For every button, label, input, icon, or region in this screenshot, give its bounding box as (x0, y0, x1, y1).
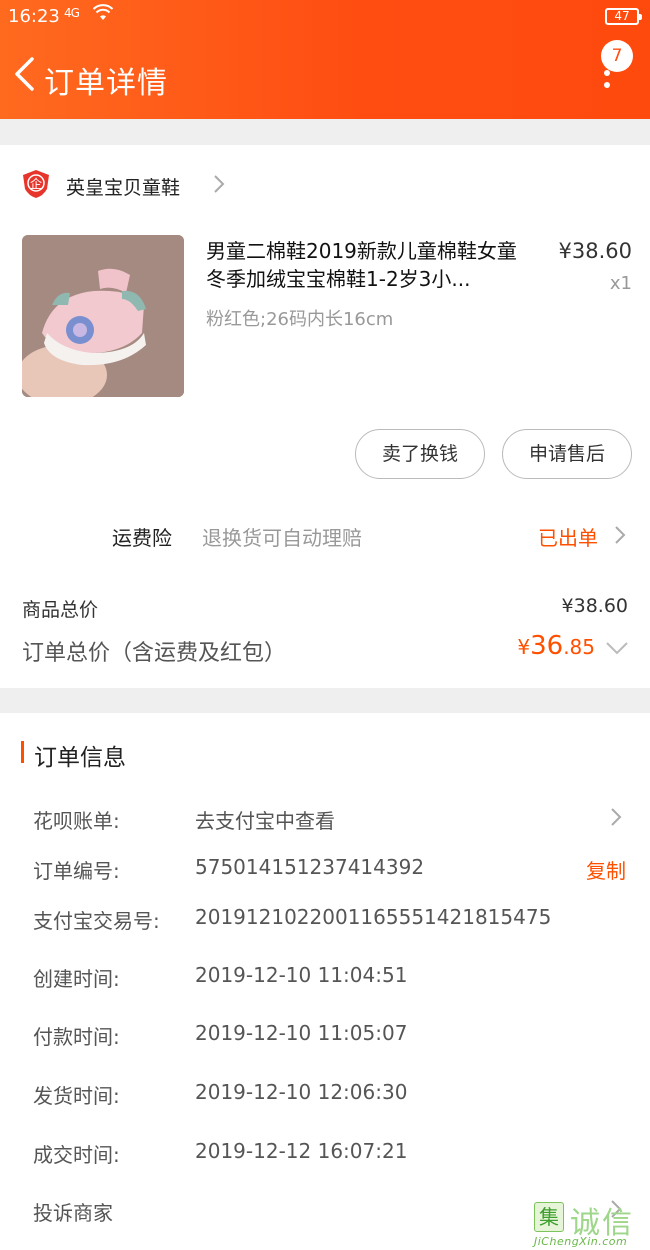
svg-text:企: 企 (30, 176, 42, 191)
order-total-integer: 36 (530, 631, 564, 661)
order-info-card: 订单信息 花呗账单: 去支付宝中查看 订单编号: 575014151237414… (0, 713, 650, 1250)
info-value: 575014151237414392 (195, 855, 425, 879)
info-label: 投诉商家 (33, 1201, 113, 1225)
info-value: 2019-12-10 12:06:30 (195, 1080, 408, 1104)
chevron-down-icon[interactable] (605, 641, 629, 655)
chevron-right-icon[interactable] (614, 525, 626, 545)
order-card: 企 英皇宝贝童鞋 男童二棉鞋2019新款儿童棉鞋女童冬季加绒宝宝棉鞋1-2岁3小… (0, 145, 650, 688)
back-arrow-icon[interactable] (12, 56, 38, 92)
watermark-box: 集 (534, 1202, 564, 1232)
wifi-icon (92, 4, 114, 27)
insurance-description: 退换货可自动理赔 (202, 526, 362, 550)
chevron-right-icon[interactable] (212, 173, 226, 195)
info-row-paid: 付款时间: 2019-12-10 11:05:07 (0, 1013, 650, 1053)
product-quantity: x1 (609, 273, 632, 294)
chevron-right-icon[interactable] (610, 807, 622, 827)
info-value: 2019-12-10 11:05:07 (195, 1021, 408, 1045)
info-value: 去支付宝中查看 (195, 809, 335, 833)
order-total-currency: ¥ (517, 635, 531, 659)
product-price: ¥38.60 (558, 239, 632, 263)
product-title[interactable]: 男童二棉鞋2019新款儿童棉鞋女童冬季加绒宝宝棉鞋1-2岁3小... (206, 237, 534, 293)
sell-button[interactable]: 卖了换钱 (355, 429, 485, 479)
info-label: 支付宝交易号: (33, 909, 160, 933)
watermark-logo: 集 诚信 JiChengXin.com (530, 1196, 648, 1250)
shop-name[interactable]: 英皇宝贝童鞋 (66, 173, 180, 200)
shop-logo-icon[interactable]: 企 (22, 169, 50, 199)
insurance-label: 运费险 (112, 526, 172, 550)
product-image[interactable] (22, 235, 184, 397)
info-label: 订单编号: (33, 859, 120, 883)
insurance-status[interactable]: 已出单 (538, 522, 598, 551)
more-vertical-icon[interactable] (603, 70, 611, 94)
info-row-alipay-trade: 支付宝交易号: 2019121022001165551421815475 (0, 897, 650, 937)
info-value: 2019-12-12 16:07:21 (195, 1139, 408, 1163)
goods-total-label: 商品总价 (22, 599, 99, 621)
section-accent-bar (21, 741, 24, 763)
watermark-url: JiChengXin.com (534, 1235, 628, 1248)
network-type: 4G (64, 6, 80, 20)
battery-icon: 47 (605, 8, 642, 25)
app-header: 16:23 4G 47 订单详情 7 (0, 0, 650, 119)
copy-button[interactable]: 复制 (586, 855, 626, 884)
info-label: 付款时间: (33, 1025, 120, 1049)
page-title: 订单详情 (44, 66, 168, 101)
product-sku: 粉红色;26码内长16cm (206, 309, 394, 330)
aftersale-button[interactable]: 申请售后 (502, 429, 632, 479)
info-label: 花呗账单: (33, 809, 120, 833)
info-value: 2019-12-10 11:04:51 (195, 963, 408, 987)
info-value: 2019121022001165551421815475 (195, 905, 552, 929)
info-label: 创建时间: (33, 967, 120, 991)
info-label: 发货时间: (33, 1084, 120, 1108)
goods-total-value: ¥38.60 (561, 595, 628, 617)
status-time: 16:23 (8, 6, 60, 27)
info-label: 成交时间: (33, 1143, 120, 1167)
info-row-huabei[interactable]: 花呗账单: 去支付宝中查看 (0, 797, 650, 837)
order-total-label: 订单总价（含运费及红包） (22, 641, 287, 666)
order-total-decimal: .85 (563, 635, 595, 659)
notification-badge[interactable]: 7 (601, 40, 633, 72)
order-total-value: ¥36.85 (480, 631, 595, 661)
status-bar: 16:23 4G 47 (0, 0, 650, 34)
info-row-completed: 成交时间: 2019-12-12 16:07:21 (0, 1131, 650, 1171)
info-row-order-number: 订单编号: 575014151237414392 复制 (0, 847, 650, 887)
section-title: 订单信息 (34, 745, 126, 771)
info-row-created: 创建时间: 2019-12-10 11:04:51 (0, 955, 650, 995)
info-row-shipped: 发货时间: 2019-12-10 12:06:30 (0, 1072, 650, 1112)
